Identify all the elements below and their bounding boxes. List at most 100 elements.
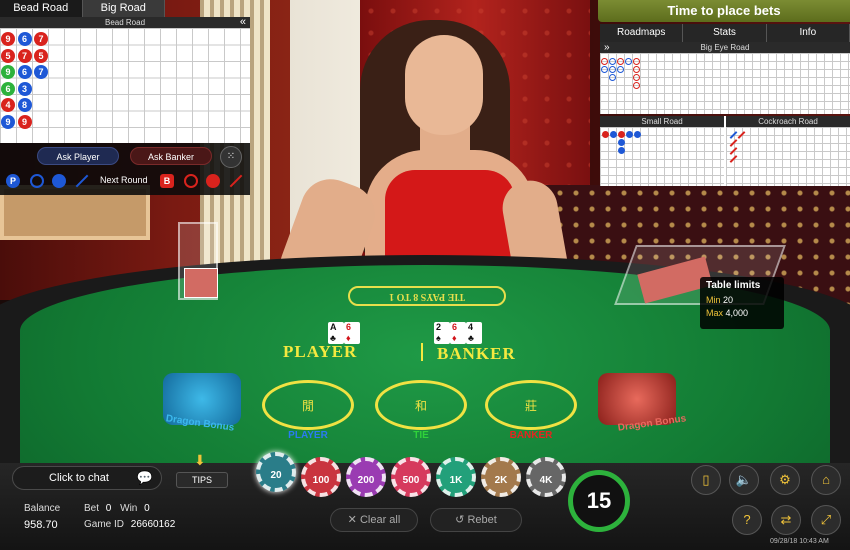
playing-card: 6 ♦ [450, 322, 466, 344]
game-id-value: 26660162 [130, 519, 176, 530]
table-limits-panel: Table limits Min 20 Max 4,000 [700, 277, 784, 329]
bead-road-title-text: Bead Road [104, 18, 146, 27]
small-road-mark [634, 131, 641, 138]
rebet-label: Rebet [467, 514, 497, 526]
bead-road-mark: 9 [1, 65, 15, 79]
bet-area-label: BANKER [509, 430, 553, 441]
bet-area-label: TIE [413, 430, 429, 441]
bead-road-mark: 8 [17, 98, 32, 112]
switch-table-icon[interactable]: ⇄ [771, 505, 801, 535]
tab-info[interactable]: Info [766, 24, 850, 42]
card-rank: 6 [452, 322, 458, 332]
roadmap-tabs: Roadmaps Stats Info [600, 24, 850, 42]
big-eye-mark [609, 74, 616, 81]
small-road-mark [618, 131, 625, 138]
small-road-banker-icon [206, 174, 220, 188]
max-value: 4,000 [725, 308, 749, 318]
bet-win-row: Bet 0 Win 0 [84, 503, 150, 514]
big-eye-mark [633, 74, 640, 81]
big-eye-mark [601, 66, 608, 73]
card-rank: 4 [468, 322, 474, 332]
big-eye-mark [601, 58, 608, 65]
bead-road-title: Bead Road « [0, 17, 250, 28]
chip-200[interactable]: 200 [346, 457, 386, 497]
bead-road-mark: 5 [1, 48, 15, 63]
clear-all-label: Clear all [359, 514, 401, 526]
dealer-face [405, 35, 483, 135]
win-value: 0 [144, 503, 150, 514]
bead-road-mark: 3 [17, 81, 32, 96]
chip-500[interactable]: 500 [391, 457, 431, 497]
tab-roadmaps[interactable]: Roadmaps [600, 24, 684, 42]
playing-card: 2 ♠ [434, 322, 450, 344]
bead-road-mark: 9 [1, 32, 15, 46]
help-icon[interactable]: ? [732, 505, 762, 535]
tab-stats[interactable]: Stats [683, 24, 767, 42]
bet-area-tie[interactable]: 和 [375, 380, 467, 430]
bet-area-glyph: 和 [414, 399, 427, 413]
bet-area-player[interactable]: 閒 [262, 380, 354, 430]
cockroach-banker-icon [229, 174, 243, 188]
clear-all-button[interactable]: ✕ Clear all [330, 508, 418, 532]
big-eye-mark [625, 58, 632, 65]
bet-area-banker[interactable]: 莊 [485, 380, 577, 430]
chip-4k[interactable]: 4K [526, 457, 566, 497]
road-tabs: Bead Road Big Road [0, 0, 165, 17]
bead-road-mark: 4 [1, 98, 15, 112]
big-eye-mark [633, 66, 640, 73]
small-road-title: Small Road [600, 116, 724, 127]
bet-area-glyph: 閒 [301, 399, 314, 413]
ask-player-button[interactable]: Ask Player [37, 147, 119, 165]
big-eye-banker-icon [184, 174, 198, 188]
game-id-label: Game ID [84, 519, 125, 530]
card-shoe-cards [184, 268, 218, 298]
min-value: 20 [723, 295, 734, 305]
rebet-icon: ↺ [455, 514, 465, 526]
tab-bead-road[interactable]: Bead Road [0, 0, 83, 17]
tips-label: TIPS [176, 472, 228, 488]
small-road-mark [602, 131, 609, 138]
bead-road-panel: Bead Road « 959649676389757 [0, 17, 250, 143]
playing-card: 6 ♦ [344, 322, 360, 344]
playing-card: A ♣ [328, 322, 344, 344]
player-side-label: PLAYER [283, 342, 358, 361]
card-suit: ♠ [436, 333, 441, 343]
balance-label: Balance [24, 503, 61, 514]
win-label: Win [120, 503, 138, 514]
small-road-mark [618, 139, 625, 146]
ask-banker-button[interactable]: Ask Banker [130, 147, 212, 165]
chip-2k[interactable]: 2K [481, 457, 521, 497]
card-rank: 2 [436, 322, 442, 332]
tab-big-road[interactable]: Big Road [82, 0, 165, 17]
expand-icon[interactable]: » [604, 42, 610, 53]
mobile-view-icon[interactable]: ▯ [691, 465, 721, 495]
bet-area-glyph: 莊 [524, 399, 537, 413]
chat-button[interactable]: Click to chat 💬 [12, 466, 162, 490]
rebet-button[interactable]: ↺ Rebet [430, 508, 522, 532]
fullscreen-icon[interactable]: ⤢ [811, 505, 841, 535]
banker-badge: B [160, 174, 174, 188]
big-eye-mark [617, 58, 624, 65]
player-badge: P [6, 174, 20, 188]
card-suit: ♣ [468, 333, 474, 343]
sound-icon[interactable]: 🔈 [729, 465, 759, 495]
chip-20[interactable]: 20 [256, 452, 296, 492]
game-status-banner: Time to place bets [598, 0, 850, 22]
settings-gear-icon[interactable]: ⚙ [770, 465, 800, 495]
tips-button[interactable]: ⬇ TIPS [176, 452, 228, 490]
home-icon[interactable]: ⌂ [811, 465, 841, 495]
collapse-icon[interactable]: « [240, 17, 246, 28]
bet-area-label: PLAYER [288, 430, 328, 441]
bead-road-mark: 6 [17, 32, 32, 46]
chip-1k[interactable]: 1K [436, 457, 476, 497]
bead-road-mark: 7 [34, 32, 48, 46]
bead-road-mark: 7 [34, 65, 48, 79]
bead-road-mark: 9 [17, 114, 32, 129]
cockroach-road-grid [726, 127, 850, 186]
small-road-mark [610, 131, 617, 138]
chip-100[interactable]: 100 [301, 457, 341, 497]
cockroach-road-title: Cockroach Road [726, 116, 850, 127]
countdown-timer: 15 [568, 470, 630, 532]
clear-icon: ✕ [347, 514, 357, 526]
dice-icon[interactable]: ⁙ [220, 146, 242, 168]
